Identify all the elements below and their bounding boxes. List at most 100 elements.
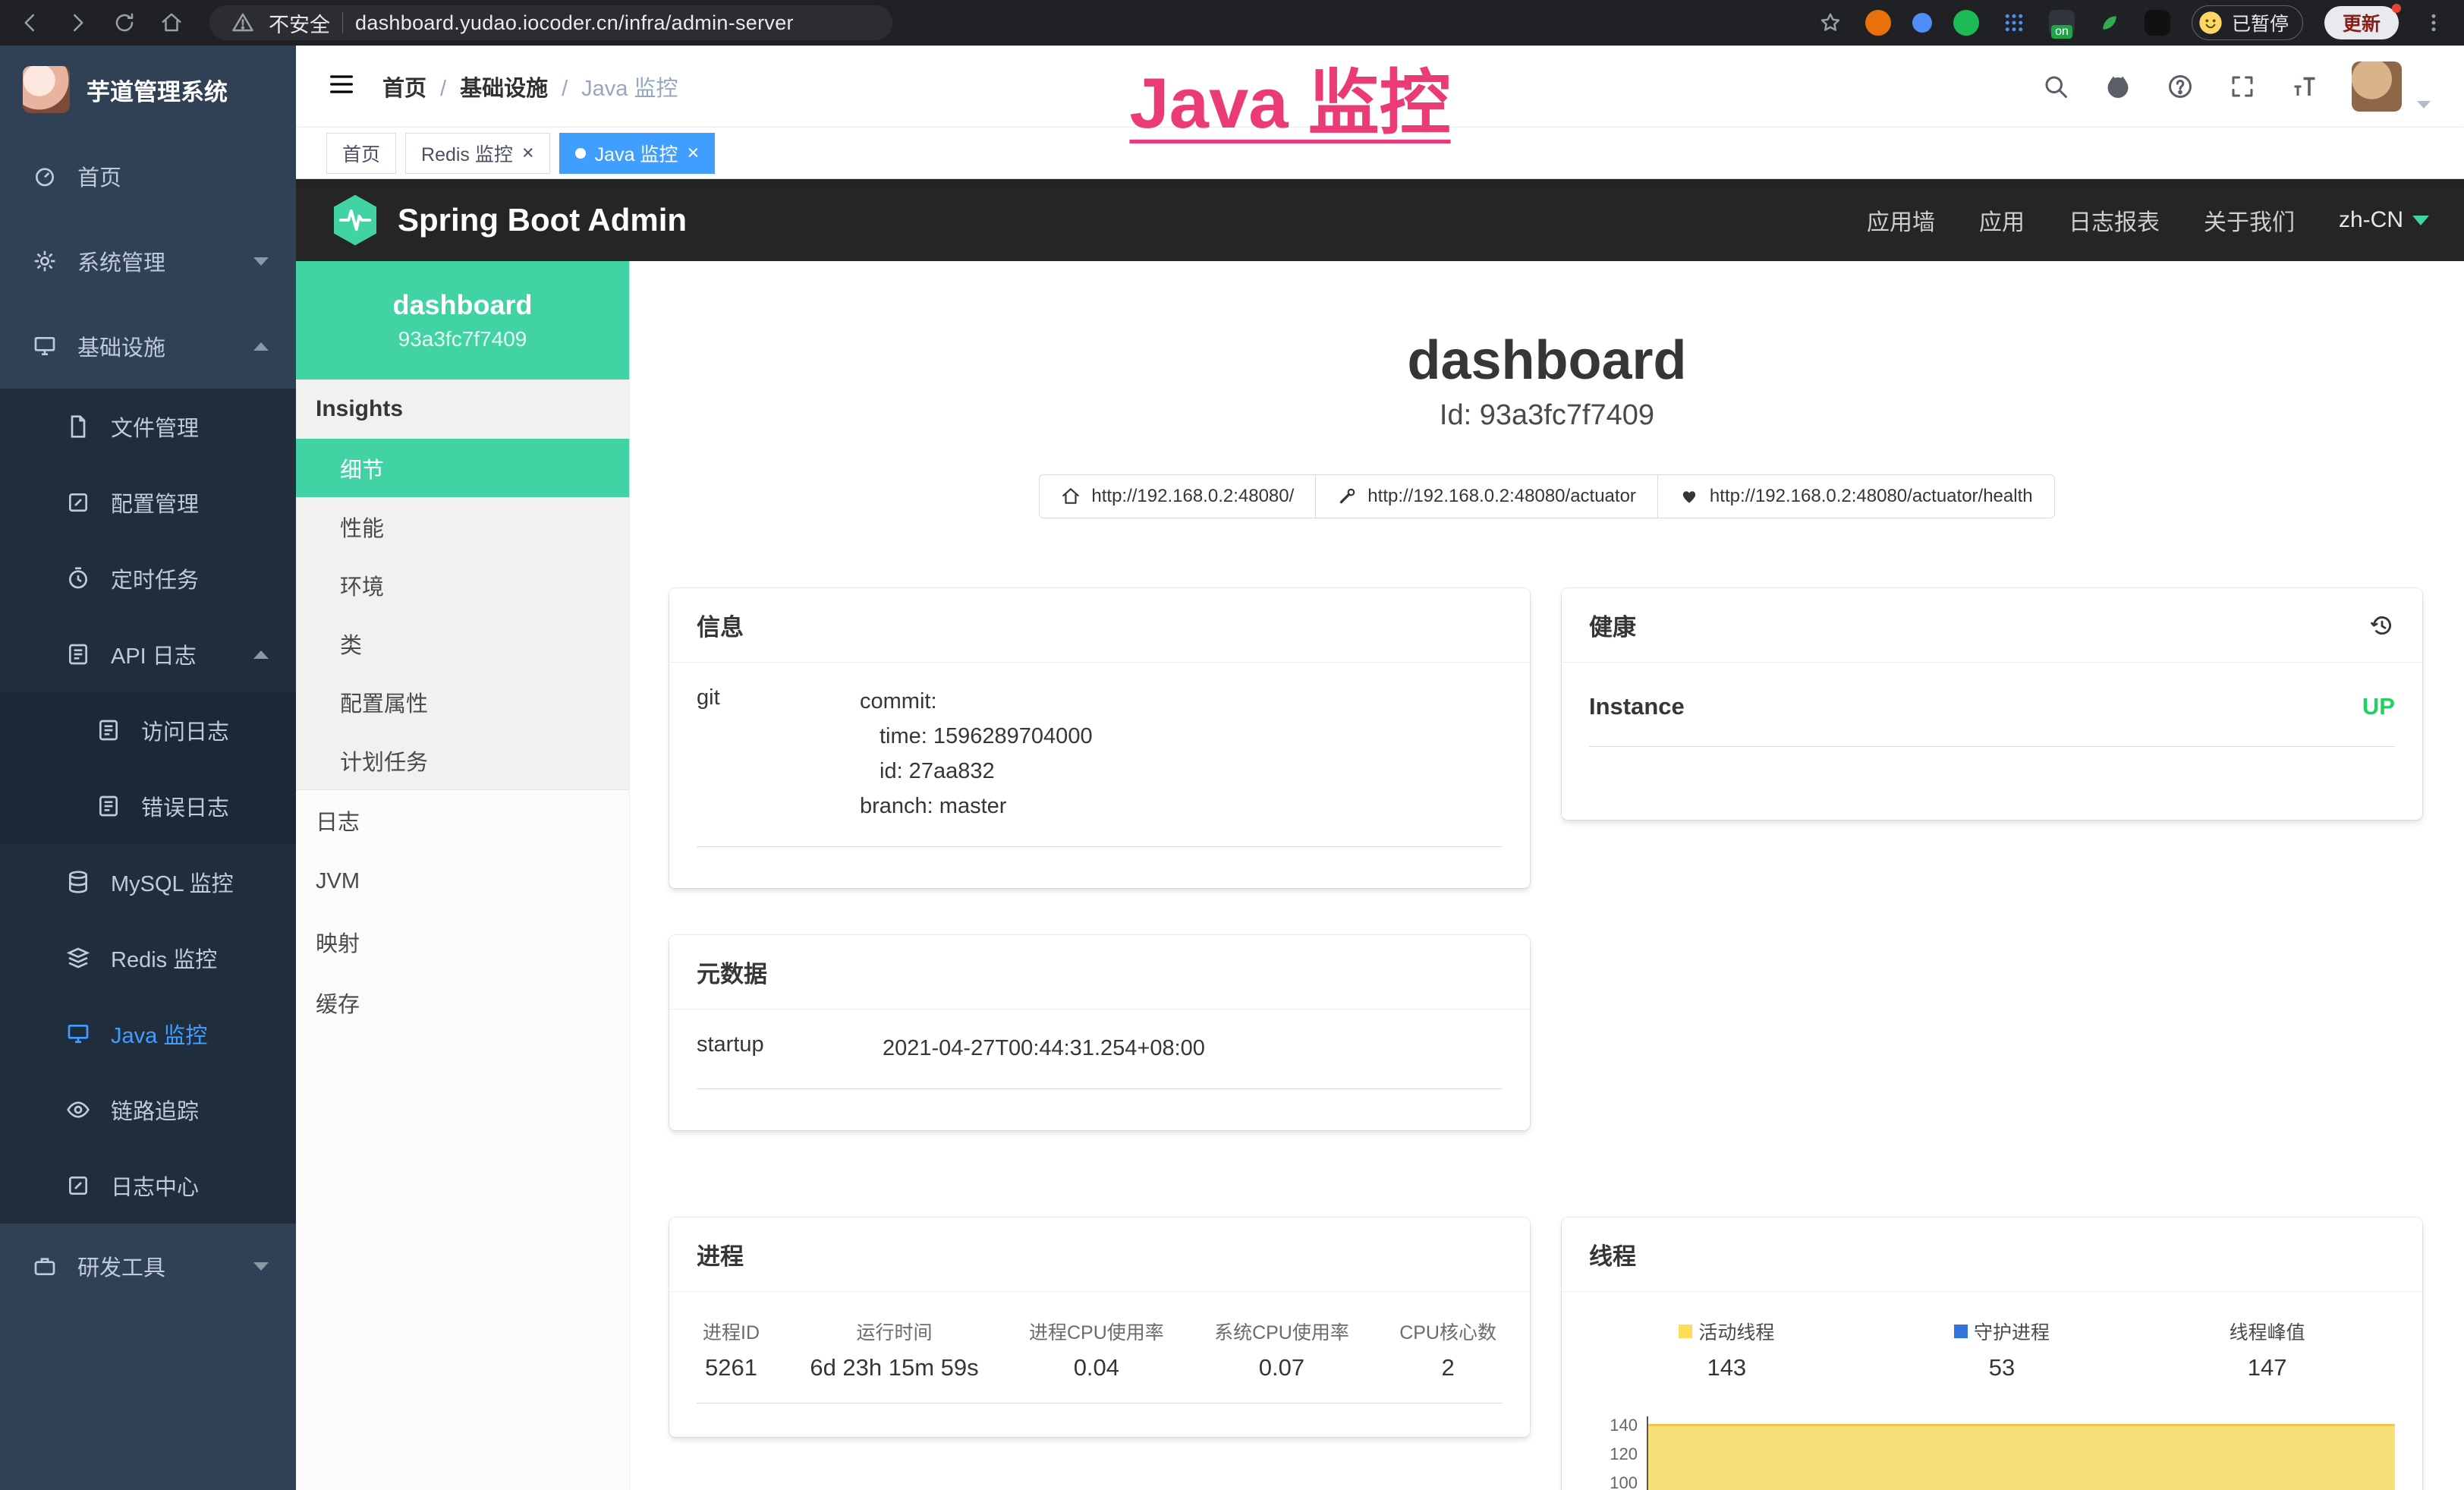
instance-title: dashboard — [630, 329, 2464, 392]
tab-home[interactable]: 首页 — [326, 133, 396, 174]
insights-group: Insights 细节 性能 环境 类 配置属性 计划任务 — [296, 380, 629, 790]
sidebar-item-config-mgmt[interactable]: 配置管理 — [0, 465, 296, 540]
update-button[interactable]: 更新 — [2324, 6, 2399, 39]
sba-item-beans[interactable]: 类 — [296, 614, 629, 673]
close-icon[interactable] — [687, 143, 699, 163]
service-url-button[interactable]: http://192.168.0.2:48080/ — [1039, 474, 1316, 518]
process-stats: 进程ID 5261 运行时间 6d 23h 15m 59s 进程CPU使用率 0… — [697, 1313, 1503, 1403]
breadcrumb-home[interactable]: 首页 — [382, 71, 460, 102]
extension-icon-leaf[interactable] — [2096, 9, 2123, 36]
sba-item-environment[interactable]: 环境 — [296, 556, 629, 614]
chevron-down-icon — [253, 1262, 269, 1271]
metadata-card-title: 元数据 — [697, 955, 767, 989]
sidebar-item-java-monitor[interactable]: Java 监控 — [0, 996, 296, 1072]
extension-icon-drop[interactable] — [1912, 13, 1932, 33]
sba-item-scheduled-tasks[interactable]: 计划任务 — [296, 731, 629, 789]
sba-item-loggers[interactable]: 日志 — [296, 790, 629, 851]
health-url-button[interactable]: http://192.168.0.2:48080/actuator/health — [1657, 474, 2055, 518]
threads-legend: 活动线程 143 守护进程 53 线程峰值 147 — [1589, 1313, 2395, 1381]
sba-item-mappings[interactable]: 映射 — [296, 912, 629, 972]
sidebar-item-dev-tools[interactable]: 研发工具 — [0, 1224, 296, 1309]
threads-area-fill — [1648, 1424, 2395, 1490]
user-avatar[interactable] — [2352, 61, 2402, 112]
stat-cpu-cores: CPU核心数 2 — [1399, 1318, 1496, 1381]
sba-nav-wallboard[interactable]: 应用墙 — [1867, 203, 1935, 237]
reload-icon[interactable] — [111, 9, 138, 36]
fullscreen-icon[interactable] — [2227, 71, 2258, 102]
app-logo[interactable]: 芋道管理系统 — [0, 46, 296, 134]
legend-swatch-yellow — [1679, 1325, 1692, 1338]
search-icon[interactable] — [2041, 71, 2071, 102]
info-git-label: git — [697, 684, 860, 824]
sidebar-item-redis-monitor[interactable]: Redis 监控 — [0, 920, 296, 996]
font-size-icon[interactable] — [2289, 71, 2320, 102]
extension-icon-on[interactable]: on — [2049, 10, 2075, 36]
metadata-card: 元数据 startup 2021-04-27T00:44:31.254+08:0… — [669, 935, 1530, 1130]
info-card: 信息 git commit: time: 1596289704000 id: 2… — [669, 588, 1530, 888]
sba-item-config-props[interactable]: 配置属性 — [296, 673, 629, 731]
redis-icon — [65, 945, 91, 971]
breadcrumb-section[interactable]: 基础设施 — [460, 71, 581, 102]
sidebar-item-error-log[interactable]: 错误日志 — [0, 768, 296, 844]
extension-icon-green[interactable] — [1953, 10, 1979, 36]
hamburger-icon[interactable] — [326, 69, 357, 103]
sba-nav-applications[interactable]: 应用 — [1979, 203, 2025, 237]
sba-nav-about[interactable]: 关于我们 — [2204, 203, 2295, 237]
sba-logo[interactable]: Spring Boot Admin — [331, 194, 687, 247]
bookmark-star-icon[interactable] — [1817, 9, 1844, 36]
sba-locale-select[interactable]: zh-CN — [2339, 207, 2429, 233]
file-icon — [65, 414, 91, 439]
heart-icon — [1679, 487, 1699, 506]
close-icon[interactable] — [522, 143, 534, 163]
sba-nav-journal[interactable]: 日志报表 — [2069, 203, 2160, 237]
metadata-startup-row: startup 2021-04-27T00:44:31.254+08:00 — [697, 1031, 1503, 1089]
forward-icon[interactable] — [64, 9, 91, 36]
actuator-url-button[interactable]: http://192.168.0.2:48080/actuator — [1315, 474, 1658, 518]
wrench-icon — [1337, 487, 1357, 506]
chevron-up-icon — [253, 342, 269, 351]
sidebar-item-system-mgmt[interactable]: 系统管理 — [0, 219, 296, 304]
java-monitor-icon — [65, 1021, 91, 1047]
process-card: 进程 进程ID 5261 运行时间 6d 23h 15m 59s — [669, 1218, 1530, 1437]
tab-java-monitor[interactable]: Java 监控 — [559, 133, 716, 174]
help-icon[interactable] — [2165, 71, 2195, 102]
sba-item-caches[interactable]: 缓存 — [296, 972, 629, 1033]
logo-avatar — [23, 66, 70, 113]
monitor-icon — [32, 333, 58, 359]
on-badge: on — [2051, 25, 2072, 39]
github-icon[interactable] — [2103, 71, 2133, 102]
sidebar-item-file-mgmt[interactable]: 文件管理 — [0, 389, 296, 465]
sidebar-item-scheduled-jobs[interactable]: 定时任务 — [0, 540, 296, 616]
caret-down-icon — [2412, 216, 2429, 225]
sba-brand: Spring Boot Admin — [398, 202, 687, 238]
tab-redis-monitor[interactable]: Redis 监控 — [405, 133, 550, 174]
timer-icon — [65, 565, 91, 591]
metadata-startup-label: startup — [697, 1031, 883, 1066]
home-icon[interactable] — [158, 9, 185, 36]
stat-process-cpu: 进程CPU使用率 0.04 — [1029, 1318, 1164, 1381]
chevron-down-icon — [253, 257, 269, 266]
extension-icon-puzzle[interactable] — [2145, 10, 2170, 36]
sidebar-item-infrastructure[interactable]: 基础设施 — [0, 304, 296, 389]
sidebar-item-api-log[interactable]: API 日志 — [0, 616, 296, 692]
sidebar-item-access-log[interactable]: 访问日志 — [0, 692, 296, 768]
gear-icon — [32, 248, 58, 274]
extension-icon-grid[interactable] — [2000, 9, 2028, 36]
threads-card-title: 线程 — [1589, 1237, 1636, 1271]
sidebar-item-log-center[interactable]: 日志中心 — [0, 1148, 296, 1224]
sba-item-jvm[interactable]: JVM — [296, 851, 629, 912]
sidebar-item-home[interactable]: 首页 — [0, 134, 296, 219]
browser-menu-icon[interactable] — [2420, 9, 2447, 36]
address-bar[interactable]: 不安全 dashboard.yudao.iocoder.cn/infra/adm… — [209, 5, 892, 40]
sidebar-item-tracing[interactable]: 链路追踪 — [0, 1072, 296, 1148]
sba-item-details[interactable]: 细节 — [296, 439, 629, 497]
back-icon[interactable] — [17, 9, 44, 36]
sidebar-item-mysql-monitor[interactable]: MySQL 监控 — [0, 844, 296, 920]
chevron-up-icon — [253, 650, 269, 659]
threads-card: 线程 活动线程 143 守护进程 53 — [1562, 1218, 2422, 1490]
extension-icon-orange[interactable] — [1865, 10, 1891, 36]
sba-instance-block[interactable]: dashboard 93a3fc7f7409 — [296, 261, 629, 380]
history-icon[interactable] — [2369, 613, 2395, 638]
sba-item-metrics[interactable]: 性能 — [296, 497, 629, 556]
profile-chip[interactable]: 已暂停 — [2192, 5, 2303, 40]
